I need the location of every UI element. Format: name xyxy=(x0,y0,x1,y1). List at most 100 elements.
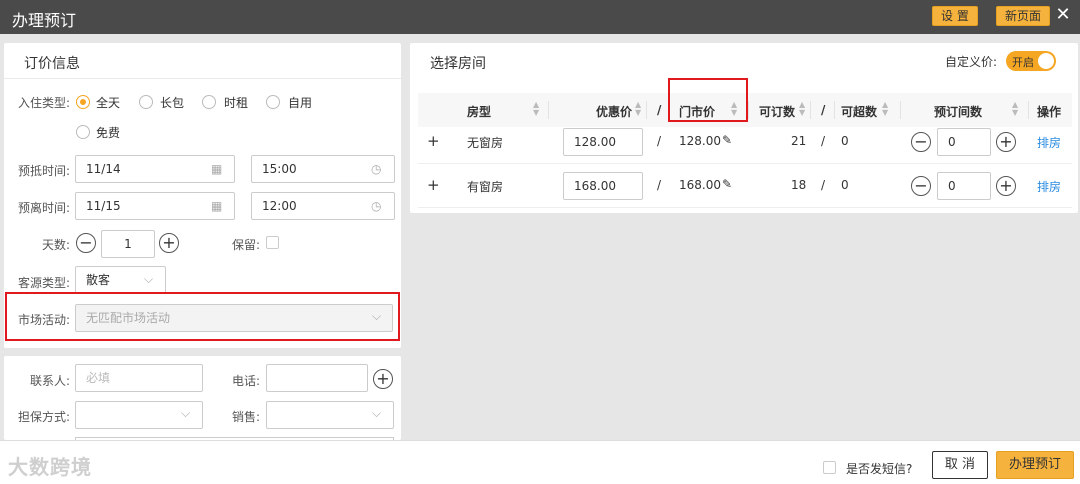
col-discount-price[interactable]: 优惠价 xyxy=(596,103,632,120)
phone-input[interactable] xyxy=(266,364,368,392)
days-input[interactable]: 1 xyxy=(101,230,155,258)
contact-panel: 联系人: 必填 电话: + 担保方式: ⌵ 销售: ⌵ xyxy=(4,356,401,440)
table-row: + 有窗房 168.00 / 168.00 ✎ 18 / 0 − 0 + 排房 xyxy=(418,164,1072,208)
chevron-down-icon: ⌵ xyxy=(144,272,154,286)
radio-hourly[interactable] xyxy=(202,95,216,109)
count-plus-button[interactable]: + xyxy=(996,132,1016,152)
custom-price-label: 自定义价: xyxy=(945,55,998,69)
days-value: 1 xyxy=(124,237,132,251)
radio-free-label: 免费 xyxy=(96,126,121,140)
pencil-icon[interactable]: ✎ xyxy=(722,177,732,191)
assign-room-link[interactable]: 排房 xyxy=(1037,134,1061,151)
order-info-header: 订价信息 xyxy=(4,43,401,79)
col-available[interactable]: 可订数 xyxy=(759,103,795,120)
calendar-icon: ▦ xyxy=(211,162,223,176)
radio-full-day-label: 全天 xyxy=(96,96,121,110)
checkin-type-label: 入住类型: xyxy=(17,96,70,110)
col-action: 操作 xyxy=(1037,105,1062,119)
room-type-cell: 无窗房 xyxy=(467,136,504,150)
calendar-icon: ▦ xyxy=(211,199,223,213)
discount-price-value: 168.00 xyxy=(574,179,616,193)
slash-cell: / xyxy=(821,134,826,148)
sort-icon[interactable]: ▲ ▼ xyxy=(533,101,539,117)
col-slash: / xyxy=(657,103,662,117)
col-book-count[interactable]: 预订间数 xyxy=(934,103,982,120)
order-info-panel: 订价信息 入住类型: 全天 长包 时租 自用 免费 预抵时间: 11/14 ▦ … xyxy=(4,43,401,348)
room-select-title: 选择房间 xyxy=(430,56,486,72)
contact-placeholder: 必填 xyxy=(86,371,111,385)
count-input[interactable]: 0 xyxy=(937,128,991,156)
arrive-label: 预抵时间: xyxy=(17,164,70,178)
room-type-cell: 有窗房 xyxy=(467,180,504,194)
footer-bar: 大数跨境 是否发短信? 取 消 办理预订 xyxy=(0,440,1080,484)
sales-label: 销售: xyxy=(231,410,260,424)
table-row: + 无窗房 128.00 / 128.00 ✎ 21 / 0 − 0 + 排房 xyxy=(418,120,1072,164)
count-minus-button[interactable]: − xyxy=(911,132,931,152)
add-phone-button[interactable]: + xyxy=(373,369,393,389)
radio-self-use-label: 自用 xyxy=(288,96,313,110)
source-type-label: 客源类型: xyxy=(17,276,70,290)
reserve-label: 保留: xyxy=(231,238,260,252)
assign-room-link[interactable]: 排房 xyxy=(1037,178,1061,195)
radio-long-term-label: 长包 xyxy=(160,96,185,110)
expand-icon[interactable]: + xyxy=(427,132,440,150)
radio-free[interactable] xyxy=(76,125,90,139)
days-label: 天数: xyxy=(41,238,70,252)
radio-full-day[interactable] xyxy=(76,95,90,109)
available-cell: 21 xyxy=(791,134,807,148)
col-over[interactable]: 可超数 xyxy=(841,103,877,120)
pencil-icon[interactable]: ✎ xyxy=(722,133,732,147)
contact-input[interactable]: 必填 xyxy=(75,364,203,392)
sort-icon[interactable]: ▲ ▼ xyxy=(1012,101,1018,117)
source-type-value: 散客 xyxy=(86,273,111,287)
order-info-title: 订价信息 xyxy=(24,56,80,72)
rack-price-cell: 128.00 xyxy=(679,134,721,148)
leave-time-value: 12:00 xyxy=(262,199,297,213)
days-minus-button[interactable]: − xyxy=(76,233,96,253)
leave-date-value: 11/15 xyxy=(86,199,121,213)
title-bar: 办理预订 设 置 新页面 ✕ xyxy=(0,0,1080,34)
guarantee-label: 担保方式: xyxy=(17,410,70,424)
slash-cell: / xyxy=(657,178,662,192)
clock-icon: ◷ xyxy=(371,162,382,176)
phone-label: 电话: xyxy=(231,374,260,388)
clock-icon: ◷ xyxy=(371,199,382,213)
available-cell: 18 xyxy=(791,178,807,192)
highlight-rack-price xyxy=(668,78,748,122)
expand-icon[interactable]: + xyxy=(427,176,440,194)
sms-label: 是否发短信? xyxy=(846,462,913,476)
contact-label: 联系人: xyxy=(29,374,70,388)
new-page-button[interactable]: 新页面 xyxy=(996,6,1051,26)
cancel-button[interactable]: 取 消 xyxy=(932,451,988,479)
sort-icon[interactable]: ▲ ▼ xyxy=(799,101,805,117)
submit-booking-button[interactable]: 办理预订 xyxy=(996,451,1074,479)
arrive-date-value: 11/14 xyxy=(86,162,121,176)
settings-button[interactable]: 设 置 xyxy=(932,6,978,26)
sort-icon[interactable]: ▲ ▼ xyxy=(635,101,641,117)
window-title: 办理预订 xyxy=(12,11,77,30)
close-icon[interactable]: ✕ xyxy=(1052,3,1074,27)
watermark-logo: 大数跨境 xyxy=(8,455,92,479)
count-input[interactable]: 0 xyxy=(937,172,991,200)
discount-price-input[interactable]: 128.00 xyxy=(563,128,643,156)
count-minus-button[interactable]: − xyxy=(911,176,931,196)
discount-price-value: 128.00 xyxy=(574,135,616,149)
custom-price-toggle[interactable]: 开启 xyxy=(1006,51,1056,71)
reserve-checkbox[interactable] xyxy=(266,236,279,249)
toggle-knob xyxy=(1038,53,1054,69)
radio-long-term[interactable] xyxy=(139,95,153,109)
radio-self-use[interactable] xyxy=(266,95,280,109)
days-plus-button[interactable]: + xyxy=(159,233,179,253)
arrive-time-value: 15:00 xyxy=(262,162,297,176)
chevron-down-icon: ⌵ xyxy=(181,406,191,420)
col-room-type[interactable]: 房型 xyxy=(467,103,491,120)
count-plus-button[interactable]: + xyxy=(996,176,1016,196)
chevron-down-icon: ⌵ xyxy=(372,406,382,420)
slash-cell: / xyxy=(657,134,662,148)
leave-label: 预离时间: xyxy=(17,201,70,215)
sms-checkbox[interactable] xyxy=(823,461,836,474)
sort-icon[interactable]: ▲ ▼ xyxy=(882,101,888,117)
radio-hourly-label: 时租 xyxy=(224,96,249,110)
over-cell: 0 xyxy=(841,134,849,148)
discount-price-input[interactable]: 168.00 xyxy=(563,172,643,200)
